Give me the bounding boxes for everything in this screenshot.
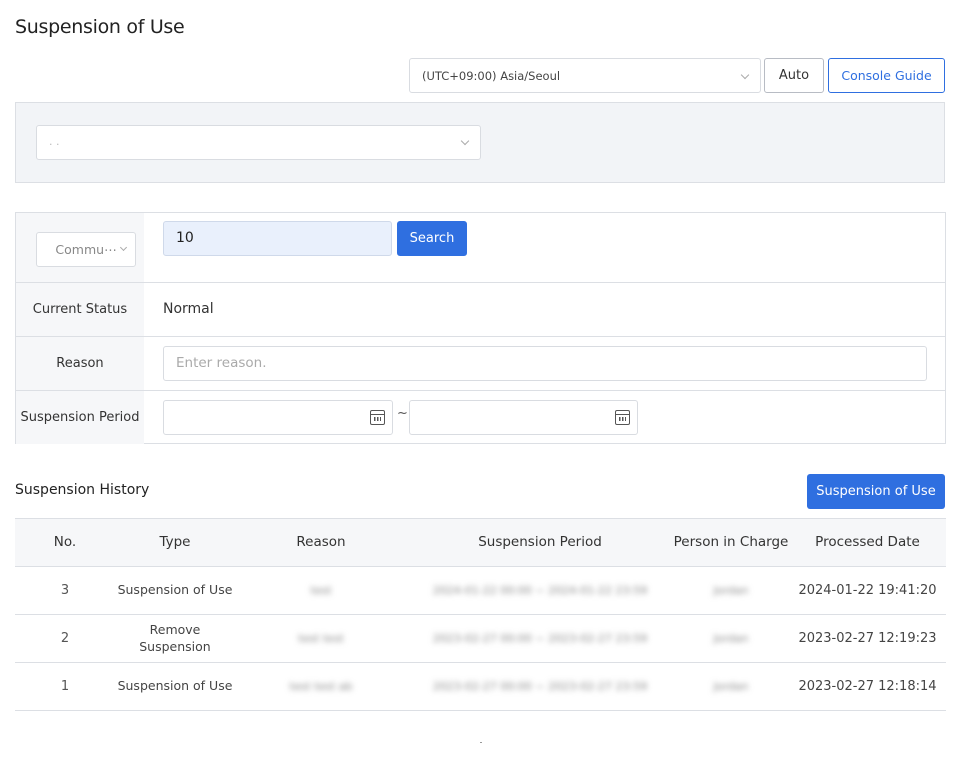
suspension-form: Commu⋯ 10 Search Current Status Normal R… [15, 212, 946, 444]
row-reason: test [235, 566, 407, 615]
history-table: No. Type Reason Suspension Period Person… [15, 518, 946, 711]
history-title: Suspension History [15, 482, 150, 498]
row-type: Remove Suspension [115, 614, 235, 663]
row-period-text: 2023-02-27 00:00 ~ 2023-02-27 23:59 [432, 679, 648, 693]
project-select[interactable]: . . [36, 125, 481, 160]
search-type-select[interactable]: Commu⋯ [36, 232, 136, 267]
filter-panel: . . [15, 102, 945, 183]
col-header-reason: Reason [235, 518, 407, 567]
row-person: Jordan [673, 662, 789, 711]
period-label: Suspension Period [16, 391, 144, 444]
row-no: 3 [15, 566, 115, 615]
console-guide-button[interactable]: Console Guide [828, 58, 945, 93]
period-row: Suspension Period ~ [16, 391, 945, 444]
search-row: Commu⋯ 10 Search [16, 213, 945, 283]
date-separator: ~ [397, 406, 408, 421]
table-row: 3 Suspension of Use test 2024-01-22 00:0… [15, 566, 946, 615]
status-label: Current Status [16, 283, 144, 336]
row-date: 2024-01-22 19:41:20 [789, 566, 946, 615]
row-person-text: Jordan [713, 679, 749, 693]
row-reason: test test ab [235, 662, 407, 711]
search-type-value: Commu⋯ [55, 242, 117, 257]
row-period-text: 2023-02-27 00:00 ~ 2023-02-27 23:59 [432, 631, 648, 645]
page-title: Suspension of Use [15, 16, 185, 38]
search-label-cell: Commu⋯ [16, 213, 144, 282]
col-header-no: No. [15, 518, 115, 567]
row-period: 2023-02-27 00:00 ~ 2023-02-27 23:59 [407, 614, 673, 663]
status-row: Current Status Normal [16, 283, 945, 337]
row-period: 2024-01-22 00:00 ~ 2024-01-22 23:59 [407, 566, 673, 615]
chevron-down-icon [460, 136, 470, 146]
row-period: 2023-02-27 00:00 ~ 2023-02-27 23:59 [407, 662, 673, 711]
row-type: Suspension of Use [115, 566, 235, 615]
timezone-select[interactable]: (UTC+09:00) Asia/Seoul [409, 58, 761, 93]
row-person-text: Jordan [713, 583, 749, 597]
end-date-input[interactable] [409, 400, 638, 435]
row-date: 2023-02-27 12:18:14 [789, 662, 946, 711]
col-header-date: Processed Date [789, 518, 946, 567]
row-reason-text: test [310, 583, 332, 597]
row-reason-text: test test ab [289, 679, 353, 693]
row-type: Suspension of Use [115, 662, 235, 711]
reason-label: Reason [16, 337, 144, 390]
reason-input[interactable]: Enter reason. [163, 346, 927, 381]
status-value: Normal [163, 301, 214, 317]
id-input[interactable]: 10 [163, 221, 392, 256]
col-header-type: Type [115, 518, 235, 567]
row-no: 1 [15, 662, 115, 711]
row-person-text: Jordan [713, 631, 749, 645]
chevron-down-icon [740, 70, 750, 80]
search-button[interactable]: Search [397, 221, 467, 256]
calendar-icon[interactable] [615, 410, 630, 425]
calendar-icon[interactable] [370, 410, 385, 425]
auto-button[interactable]: Auto [764, 58, 824, 93]
chevron-down-icon [119, 243, 128, 252]
reason-row: Reason Enter reason. [16, 337, 945, 391]
row-person: Jordan [673, 614, 789, 663]
col-header-person: Person in Charge [673, 518, 789, 567]
row-period-text: 2024-01-22 00:00 ~ 2024-01-22 23:59 [432, 583, 648, 597]
row-reason: test test [235, 614, 407, 663]
project-value: . . [49, 135, 60, 148]
pagination-marker [480, 742, 482, 743]
table-row: 1 Suspension of Use test test ab 2023-02… [15, 662, 946, 711]
history-header-row: No. Type Reason Suspension Period Person… [15, 518, 946, 567]
suspension-of-use-button[interactable]: Suspension of Use [807, 474, 945, 509]
col-header-period: Suspension Period [407, 518, 673, 567]
row-no: 2 [15, 614, 115, 663]
start-date-input[interactable] [163, 400, 393, 435]
timezone-value: (UTC+09:00) Asia/Seoul [422, 69, 561, 83]
table-row: 2 Remove Suspension test test 2023-02-27… [15, 614, 946, 663]
row-person: Jordan [673, 566, 789, 615]
row-date: 2023-02-27 12:19:23 [789, 614, 946, 663]
row-reason-text: test test [298, 631, 344, 645]
